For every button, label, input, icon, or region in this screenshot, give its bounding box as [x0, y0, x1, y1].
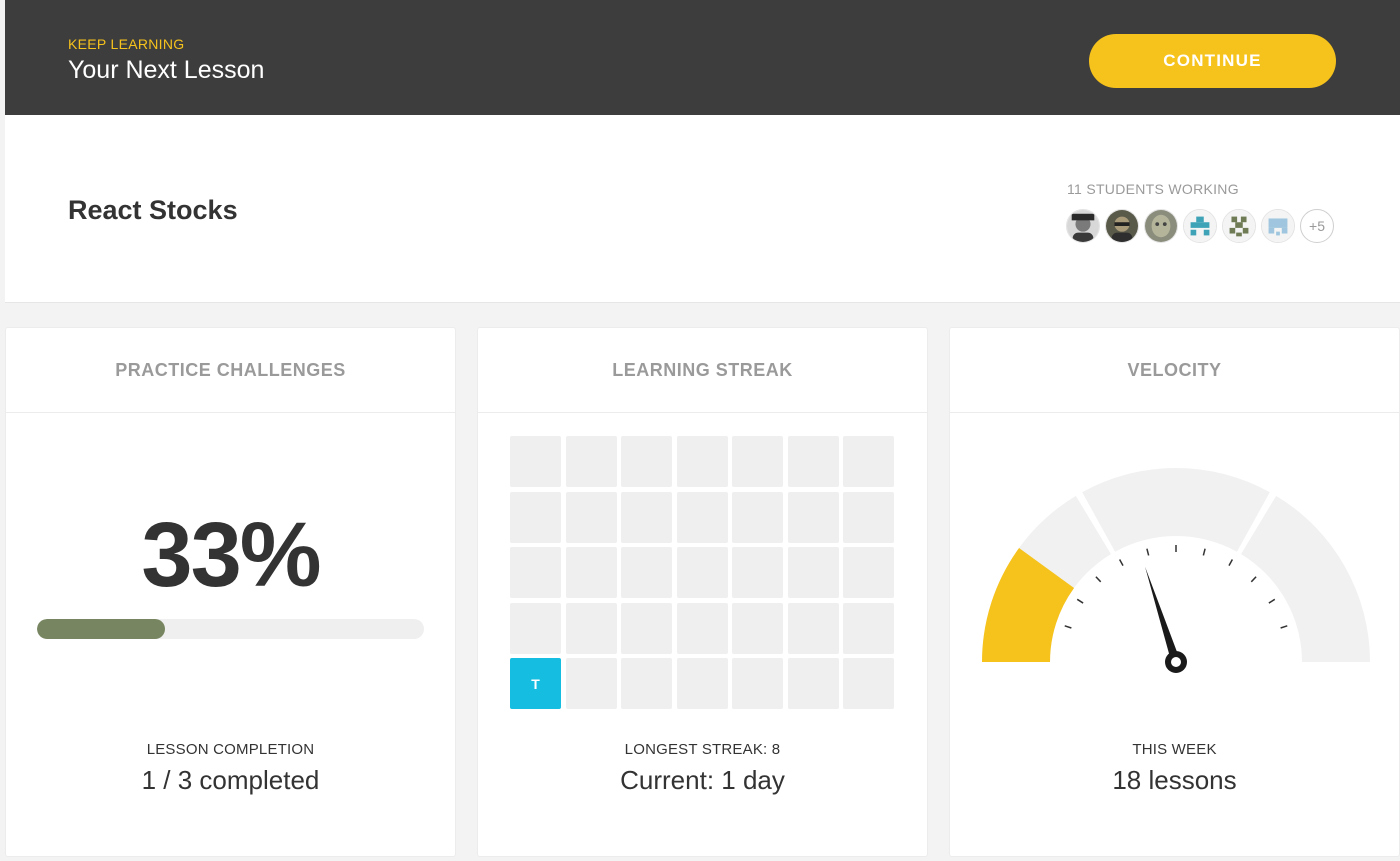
avatar[interactable]	[1261, 209, 1295, 243]
streak-day-cell	[787, 547, 839, 598]
learning-streak-heading: LEARNING STREAK	[478, 328, 927, 413]
streak-day-cell	[621, 547, 672, 598]
streak-day-cell	[732, 602, 783, 654]
streak-day-cell	[510, 547, 561, 598]
avatar[interactable]	[1105, 209, 1139, 243]
next-lesson-banner: KEEP LEARNING Your Next Lesson CONTINUE	[5, 0, 1400, 115]
streak-day-cell	[676, 602, 728, 654]
completion-progress-bar	[37, 619, 424, 639]
streak-day-cell	[732, 436, 783, 487]
streak-day-cell	[621, 436, 672, 487]
gauge-tick	[1146, 548, 1150, 556]
streak-day-cell	[787, 491, 839, 543]
gauge-needle	[1145, 566, 1181, 664]
gauge-tick	[1280, 625, 1288, 629]
gauge-tick	[1076, 598, 1084, 604]
streak-day-cell	[843, 658, 894, 709]
this-week-label: THIS WEEK	[1132, 741, 1217, 758]
streak-day-cell	[510, 491, 561, 543]
gauge-tick	[1118, 559, 1124, 566]
banner-title: Your Next Lesson	[68, 56, 265, 84]
gauge-tick	[1095, 576, 1102, 583]
keep-learning-label: KEEP LEARNING	[68, 36, 185, 52]
streak-day-cell	[843, 436, 894, 487]
streak-day-cell	[787, 436, 839, 487]
velocity-card: VELOCITY THIS WEEK 18 lessons	[949, 327, 1400, 857]
streak-day-cell	[676, 547, 728, 598]
streak-day-cell	[510, 602, 561, 654]
completion-progress-fill	[37, 619, 165, 639]
velocity-gauge	[982, 468, 1370, 673]
students-working-label: 11 STUDENTS WORKING	[1067, 181, 1239, 197]
streak-day-cell	[565, 436, 617, 487]
streak-day-cell	[732, 547, 783, 598]
avatar[interactable]	[1144, 209, 1178, 243]
streak-day-cell	[565, 491, 617, 543]
streak-day-cell	[843, 602, 894, 654]
avatar[interactable]	[1066, 209, 1100, 243]
streak-day-cell	[565, 547, 617, 598]
streak-day-cell	[732, 658, 783, 709]
continue-button[interactable]: CONTINUE	[1089, 34, 1336, 88]
streak-day-cell	[787, 658, 839, 709]
streak-day-cell: T	[510, 658, 561, 709]
streak-calendar-grid: T	[510, 436, 894, 709]
practice-challenges-card: PRACTICE CHALLENGES 33% LESSON COMPLETIO…	[5, 327, 456, 857]
lessons-this-week-value: 18 lessons	[1112, 765, 1237, 795]
avatar[interactable]	[1183, 209, 1217, 243]
streak-day-cell	[676, 658, 728, 709]
practice-challenges-heading: PRACTICE CHALLENGES	[6, 328, 455, 413]
velocity-heading: VELOCITY	[950, 328, 1399, 413]
gauge-tick	[1228, 559, 1234, 566]
streak-day-cell	[621, 658, 672, 709]
course-title[interactable]: React Stocks	[68, 195, 238, 226]
streak-day-cell	[676, 491, 728, 543]
gauge-segment-mid	[1082, 468, 1270, 552]
current-lesson-card[interactable]: React Stocks 11 STUDENTS WORKING +5	[5, 115, 1400, 303]
streak-day-cell	[621, 491, 672, 543]
longest-streak-label: LONGEST STREAK: 8	[624, 741, 781, 758]
student-avatars: +5	[1066, 209, 1334, 243]
streak-day-cell	[732, 491, 783, 543]
avatar[interactable]	[1222, 209, 1256, 243]
streak-day-cell	[843, 491, 894, 543]
streak-day-cell	[565, 658, 617, 709]
lesson-completion-value: 1 / 3 completed	[141, 765, 320, 795]
streak-day-cell	[510, 436, 561, 487]
streak-day-cell	[565, 602, 617, 654]
current-streak-value: Current: 1 day	[620, 765, 785, 795]
gauge-tick	[1250, 576, 1257, 583]
more-students-badge[interactable]: +5	[1300, 209, 1334, 243]
gauge-segment-high	[1241, 495, 1370, 662]
streak-day-cell	[676, 436, 728, 487]
gauge-tick	[1268, 598, 1276, 604]
streak-day-cell	[621, 602, 672, 654]
learning-streak-card: LEARNING STREAK T LONGEST STREAK: 8 Curr…	[477, 327, 928, 857]
gauge-hub-center	[1171, 657, 1181, 667]
streak-day-cell	[787, 602, 839, 654]
lesson-completion-label: LESSON COMPLETION	[146, 741, 315, 758]
completion-percent: 33%	[141, 504, 321, 606]
gauge-tick	[1202, 548, 1206, 556]
gauge-tick	[1064, 625, 1072, 629]
streak-day-cell	[843, 547, 894, 598]
